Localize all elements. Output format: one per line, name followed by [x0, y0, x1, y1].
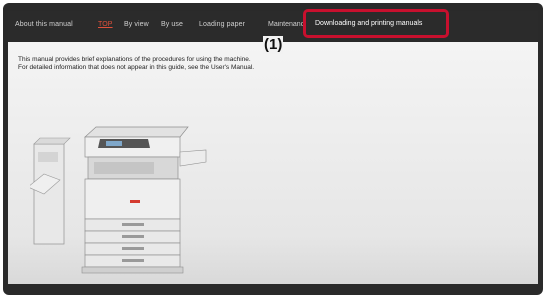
nav-by-view[interactable]: By view	[124, 21, 149, 28]
nav-about-this-manual[interactable]: About this manual	[15, 21, 73, 28]
nav-maintenance[interactable]: Maintenance	[268, 21, 304, 28]
nav-by-use[interactable]: By use	[161, 21, 183, 28]
intro-line-2: For detailed information that does not a…	[18, 64, 255, 71]
main-content: This manual provides brief explanations …	[8, 42, 538, 284]
intro-text: This manual provides brief explanations …	[18, 56, 254, 72]
nav-top[interactable]: TOP	[98, 21, 113, 28]
downloading-printing-manuals-label: Downloading and printing manuals	[315, 20, 423, 27]
downloading-printing-manuals-button[interactable]: Downloading and printing manuals	[303, 9, 449, 38]
nav-loading-paper[interactable]: Loading paper	[199, 21, 245, 28]
multifunction-copier-image	[30, 126, 207, 274]
intro-line-1: This manual provides brief explanations …	[18, 56, 251, 63]
callout-label: (1)	[263, 36, 284, 54]
bottom-bar	[8, 284, 538, 292]
